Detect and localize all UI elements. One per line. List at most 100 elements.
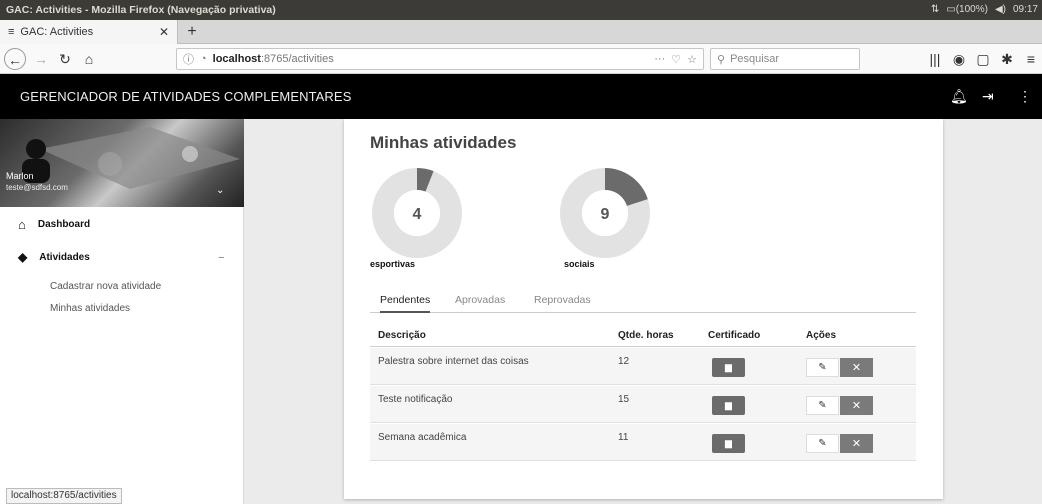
browser-navbar: ← → ↻ ⌂ ⓘ ◔ localhost:8765/activities ··…	[0, 44, 1042, 74]
edit-button[interactable]: ✎	[806, 434, 839, 453]
chart-label-esportivas: esportivas	[370, 259, 416, 269]
activities-card: Minhas atividades 4 esportivas 9 sociais…	[344, 119, 943, 499]
browser-tab-active[interactable]: ≡ GAC: Activities ✕	[0, 20, 178, 44]
reload-button[interactable]: ↻	[54, 48, 76, 70]
tag-icon: ◆	[18, 250, 28, 264]
status-tabs: Pendentes Aprovadas Reprovadas	[370, 293, 916, 313]
url-text: localhost:8765/activities	[213, 53, 334, 65]
search-icon: ⚲	[717, 53, 726, 66]
tab-reprovadas[interactable]: Reprovadas	[534, 293, 591, 313]
page-actions-icon[interactable]: ···	[654, 53, 665, 65]
graduation-cap-illustration	[22, 127, 240, 189]
table-row: Palestra sobre internet das coisas 12 ▆ …	[370, 348, 916, 385]
delete-button[interactable]: ✕	[840, 396, 873, 415]
certificate-button[interactable]: ▆	[712, 396, 745, 415]
battery-text: (100%)	[955, 4, 988, 15]
battery-icon[interactable]: ▭(100%)	[946, 0, 988, 20]
search-input[interactable]: ⚲ Pesquisar	[710, 48, 860, 70]
library-icon[interactable]: |||	[924, 48, 946, 70]
status-bar-url: localhost:8765/activities	[6, 488, 122, 504]
info-icon[interactable]: ⓘ	[183, 51, 194, 67]
chart-label-sociais: sociais	[564, 259, 595, 269]
certificate-button[interactable]: ▆	[712, 434, 745, 453]
tab-pendentes[interactable]: Pendentes	[380, 293, 431, 313]
certificate-button[interactable]: ▆	[712, 358, 745, 377]
home-button[interactable]: ⌂	[78, 48, 100, 70]
table-row: Teste notificação 15 ▆ ✎ ✕	[370, 386, 916, 423]
column-header: Descrição	[378, 330, 426, 341]
profile-banner: Marlon teste@sdfsd.com ⌄	[0, 119, 244, 207]
table-row: Semana acadêmica 11 ▆ ✎ ✕	[370, 424, 916, 461]
home-icon: ⌂	[18, 216, 26, 232]
sidebar-toggle-icon[interactable]: ▢	[972, 48, 994, 70]
close-icon: ✕	[851, 438, 862, 450]
volume-icon[interactable]: ◀)	[995, 0, 1006, 20]
close-tab-icon[interactable]: ✕	[159, 25, 169, 39]
collapse-icon[interactable]: –	[218, 252, 224, 263]
sidebar-item-label: Dashboard	[37, 218, 91, 230]
clock[interactable]: 09:17	[1013, 0, 1038, 20]
profile-dropdown-icon[interactable]: ⌄	[216, 185, 224, 196]
tab-aprovadas[interactable]: Aprovadas	[455, 293, 505, 313]
sidebar-item-atividades[interactable]: ◆ Atividades –	[0, 244, 244, 270]
app-title: GERENCIADOR DE ATIVIDADES COMPLEMENTARES	[20, 89, 352, 104]
cell-descricao: Teste notificação	[378, 394, 453, 405]
cell-horas: 11	[618, 432, 629, 443]
user-email: teste@sdfsd.com	[6, 183, 68, 192]
file-icon: ▆	[725, 400, 732, 410]
system-tray: ⇅ ▭(100%) ◀) 09:17	[931, 0, 1038, 20]
url-path: :8765/activities	[260, 53, 334, 65]
pencil-icon: ✎	[818, 362, 827, 373]
network-icon[interactable]: ⇅	[931, 0, 939, 20]
app-header: GERENCIADOR DE ATIVIDADES COMPLEMENTARES…	[0, 74, 1042, 119]
browser-tab-title: GAC: Activities	[20, 26, 94, 38]
cell-descricao: Semana acadêmica	[378, 432, 467, 443]
new-tab-button[interactable]: +	[182, 22, 202, 42]
edit-button[interactable]: ✎	[806, 358, 839, 377]
donut-count: 4	[413, 206, 422, 223]
more-vert-icon[interactable]: ⋮	[1018, 74, 1032, 119]
cell-descricao: Palestra sobre internet das coisas	[378, 356, 529, 367]
user-name: Marlon	[6, 171, 34, 181]
pocket-icon[interactable]: ♡	[671, 53, 681, 66]
pencil-icon: ✎	[818, 438, 827, 449]
file-icon: ▆	[725, 362, 732, 372]
private-mask-icon[interactable]: ◉	[948, 48, 970, 70]
cell-horas: 12	[618, 356, 630, 367]
table-header: Descrição Qtde. horas Certificado Ações	[370, 325, 916, 347]
edit-button[interactable]: ✎	[806, 396, 839, 415]
delete-button[interactable]: ✕	[840, 434, 873, 453]
bookmark-star-icon[interactable]: ☆	[687, 53, 697, 66]
url-host: localhost	[212, 53, 261, 65]
column-header: Qtde. horas	[618, 330, 674, 341]
column-header: Certificado	[708, 330, 761, 341]
favicon-icon: ≡	[8, 26, 15, 38]
window-title: GAC: Activities - Mozilla Firefox (Naveg…	[6, 4, 276, 16]
forward-button[interactable]: →	[30, 48, 52, 70]
search-placeholder: Pesquisar	[730, 53, 779, 65]
menu-icon[interactable]: ≡	[1020, 48, 1042, 70]
browser-tab-strip: ≡ GAC: Activities ✕ +	[0, 20, 1042, 44]
logout-icon[interactable]: ⇥	[982, 74, 994, 119]
cell-horas: 15	[618, 394, 630, 405]
donut-count: 9	[601, 206, 610, 223]
pencil-icon: ✎	[818, 400, 827, 411]
delete-button[interactable]: ✕	[840, 358, 873, 377]
sidebar: Marlon teste@sdfsd.com ⌄ ⌂ Dashboard ◆ A…	[0, 119, 244, 504]
file-icon: ▆	[725, 438, 732, 448]
extension-icon[interactable]: ✱	[996, 48, 1018, 70]
sidebar-item-label: Atividades	[39, 251, 90, 263]
sidebar-subitem-minhas[interactable]: Minhas atividades	[50, 303, 130, 314]
tracking-shield-icon[interactable]: ◔	[200, 53, 207, 65]
donut-chart-sociais: 9	[560, 168, 650, 258]
column-header: Ações	[806, 330, 837, 341]
page-title: Minhas atividades	[370, 133, 517, 152]
url-bar[interactable]: ⓘ ◔ localhost:8765/activities ··· ♡ ☆	[176, 48, 704, 70]
donut-chart-esportivas: 4	[372, 168, 462, 258]
sidebar-item-dashboard[interactable]: ⌂ Dashboard	[0, 211, 244, 237]
back-button[interactable]: ←	[4, 48, 26, 70]
window-titlebar: GAC: Activities - Mozilla Firefox (Naveg…	[0, 0, 1042, 20]
close-icon: ✕	[851, 362, 862, 374]
notifications-bell-icon[interactable]: 🔔︎	[950, 74, 968, 119]
sidebar-subitem-cadastrar[interactable]: Cadastrar nova atividade	[50, 281, 161, 292]
